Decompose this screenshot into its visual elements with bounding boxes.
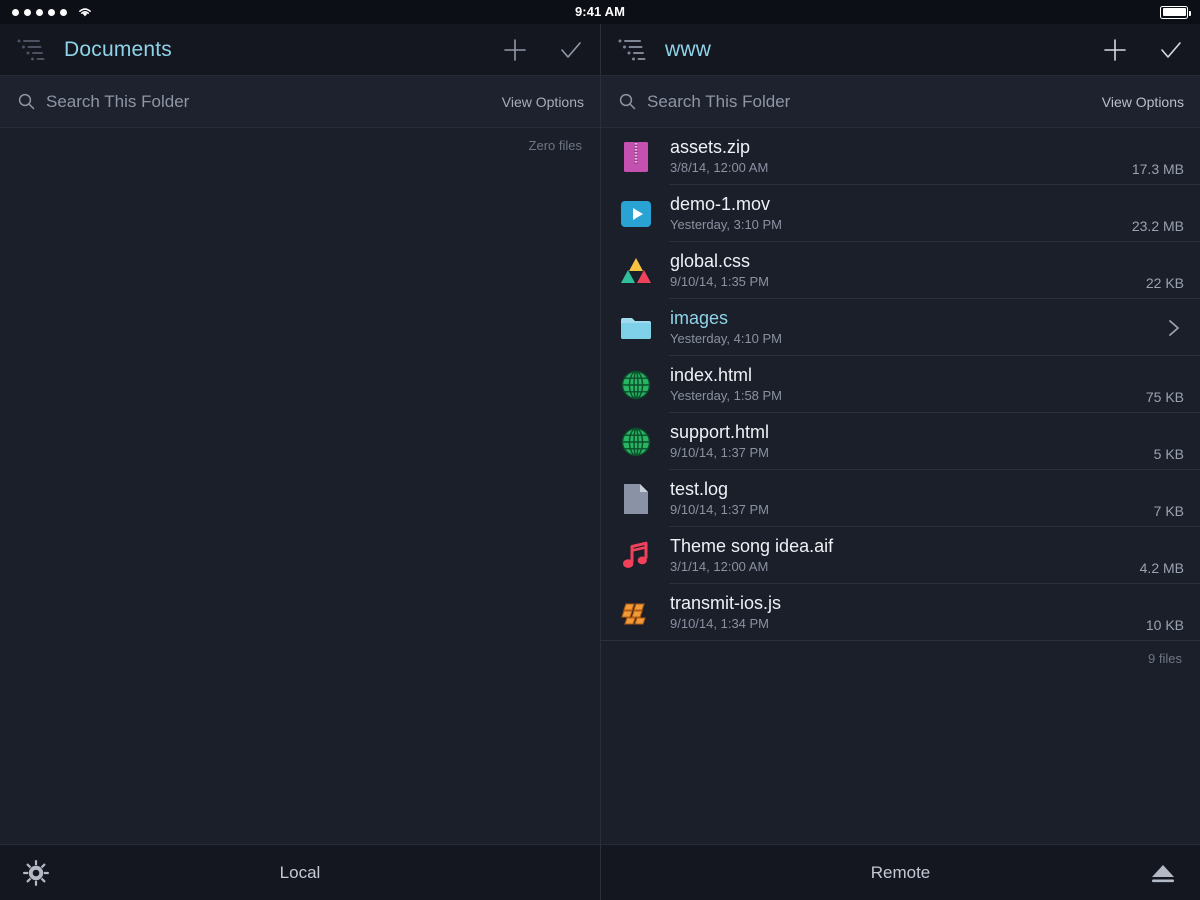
- table-row[interactable]: support.html 9/10/14, 1:37 PM 5 KB: [601, 413, 1200, 470]
- html-globe-icon: [619, 368, 653, 402]
- file-size: 23.2 MB: [1131, 218, 1184, 234]
- file-name: Theme song idea.aif: [670, 536, 834, 556]
- local-file-count: Zero files: [528, 138, 582, 153]
- confirm-checkmark-button[interactable]: [556, 35, 586, 65]
- file-meta: test.log 9/10/14, 1:37 PM: [670, 478, 769, 519]
- status-bar-signal: [12, 6, 93, 18]
- remote-navbar: www: [601, 24, 1200, 76]
- signal-dot: [36, 8, 43, 16]
- file-meta: images Yesterday, 4:10 PM: [670, 307, 782, 348]
- file-meta: demo-1.mov Yesterday, 3:10 PM: [670, 193, 782, 234]
- eject-icon[interactable]: [1148, 860, 1178, 886]
- file-date: Yesterday, 3:10 PM: [670, 217, 783, 232]
- local-path-title[interactable]: Documents: [64, 38, 172, 62]
- app-window: 9:41 AM Documents Search This Folder Vie…: [0, 0, 1200, 900]
- signal-dot: [48, 8, 55, 16]
- generic-file-icon: [619, 482, 653, 516]
- confirm-checkmark-button[interactable]: [1156, 35, 1186, 65]
- table-row[interactable]: global.css 9/10/14, 1:35 PM 22 KB: [601, 242, 1200, 299]
- table-row[interactable]: images Yesterday, 4:10 PM: [601, 299, 1200, 356]
- file-size: 75 KB: [1145, 389, 1184, 405]
- local-toolbar-label: Local: [279, 862, 321, 882]
- file-date: 9/10/14, 1:37 PM: [670, 445, 770, 460]
- file-size: 4.2 MB: [1139, 560, 1184, 576]
- file-date: 3/1/14, 12:00 AM: [670, 559, 769, 574]
- hierarchy-list-icon[interactable]: [617, 35, 651, 65]
- local-navbar: Documents: [0, 24, 600, 76]
- search-input[interactable]: [647, 91, 1102, 112]
- gear-icon[interactable]: [22, 859, 50, 887]
- remote-file-list[interactable]: assets.zip 3/8/14, 12:00 AM 17.3 MB demo-1.…: [601, 128, 1200, 844]
- file-name: test.log: [670, 479, 729, 499]
- file-name: global.css: [670, 251, 751, 271]
- remote-toolbar: Remote: [601, 844, 1200, 900]
- css-icon: [619, 254, 653, 288]
- local-search-bar[interactable]: View Options: [0, 76, 600, 128]
- table-row[interactable]: Theme song idea.aif 3/1/14, 12:00 AM 4.2 M…: [601, 527, 1200, 584]
- remote-file-count: 9 files: [1148, 651, 1182, 666]
- html-globe-icon: [619, 425, 653, 459]
- file-name: support.html: [670, 422, 770, 442]
- file-meta: transmit-ios.js 9/10/14, 1:34 PM: [670, 592, 781, 633]
- view-options-button[interactable]: View Options: [502, 94, 584, 110]
- file-meta: global.css 9/10/14, 1:35 PM: [670, 250, 769, 291]
- status-bar: 9:41 AM: [0, 0, 1200, 24]
- hierarchy-list-icon[interactable]: [16, 35, 50, 65]
- file-meta: support.html 9/10/14, 1:37 PM: [670, 421, 769, 462]
- local-toolbar: Local: [0, 844, 600, 900]
- local-file-list[interactable]: Zero files: [0, 128, 600, 844]
- file-name: index.html: [670, 365, 753, 385]
- file-size: 7 KB: [1153, 503, 1184, 519]
- javascript-icon: [619, 596, 653, 630]
- wifi-icon: [77, 6, 93, 18]
- file-date: Yesterday, 1:58 PM: [670, 388, 783, 403]
- remote-search-bar[interactable]: View Options: [601, 76, 1200, 128]
- view-options-button[interactable]: View Options: [1102, 94, 1184, 110]
- table-row[interactable]: test.log 9/10/14, 1:37 PM 7 KB: [601, 470, 1200, 527]
- file-meta: assets.zip 3/8/14, 12:00 AM: [670, 136, 768, 177]
- status-bar-battery: [1160, 5, 1191, 19]
- file-date: 9/10/14, 1:37 PM: [670, 502, 770, 517]
- file-date: 3/8/14, 12:00 AM: [670, 160, 769, 175]
- file-size: 5 KB: [1153, 446, 1184, 462]
- search-icon: [18, 93, 35, 110]
- add-button[interactable]: [500, 35, 530, 65]
- file-size: 22 KB: [1145, 275, 1184, 291]
- add-button[interactable]: [1100, 35, 1130, 65]
- remote-toolbar-label: Remote: [870, 862, 931, 882]
- table-row[interactable]: demo-1.mov Yesterday, 3:10 PM 23.2 MB: [601, 185, 1200, 242]
- file-name: images: [670, 308, 729, 328]
- table-row[interactable]: assets.zip 3/8/14, 12:00 AM 17.3 MB: [601, 128, 1200, 185]
- local-pane: Documents Search This Folder View Option…: [0, 24, 600, 900]
- battery-icon: [1160, 5, 1191, 19]
- file-name: demo-1.mov: [670, 194, 771, 214]
- search-icon: [619, 93, 636, 110]
- file-meta: index.html Yesterday, 1:58 PM: [670, 364, 782, 405]
- search-input[interactable]: [46, 91, 502, 112]
- file-date: 9/10/14, 1:34 PM: [670, 616, 770, 631]
- folder-icon: [619, 311, 653, 345]
- file-name: assets.zip: [670, 137, 751, 157]
- file-date: 9/10/14, 1:35 PM: [670, 274, 770, 289]
- signal-dot: [12, 8, 19, 16]
- signal-dot: [24, 8, 31, 16]
- audio-note-icon: [619, 539, 653, 573]
- file-name: transmit-ios.js: [670, 593, 782, 613]
- movie-icon: [619, 197, 653, 231]
- zip-archive-icon: [619, 140, 653, 174]
- local-nav-actions: [500, 35, 586, 65]
- file-size: 10 KB: [1145, 617, 1184, 633]
- table-row[interactable]: transmit-ios.js 9/10/14, 1:34 PM 10 KB: [601, 584, 1200, 641]
- table-row[interactable]: index.html Yesterday, 1:58 PM 75 KB: [601, 356, 1200, 413]
- chevron-right-icon[interactable]: [1166, 316, 1184, 340]
- signal-dot: [60, 8, 67, 16]
- file-meta: Theme song idea.aif 3/1/14, 12:00 AM: [670, 535, 833, 576]
- file-size: 17.3 MB: [1131, 161, 1184, 177]
- remote-pane: www Search This Folder View Options asse…: [600, 24, 1200, 900]
- file-date: Yesterday, 4:10 PM: [670, 331, 783, 346]
- remote-nav-actions: [1100, 35, 1186, 65]
- remote-path-title[interactable]: www: [665, 38, 711, 62]
- split-view: Documents Search This Folder View Option…: [0, 24, 1200, 900]
- status-bar-time: 9:41 AM: [574, 4, 626, 19]
